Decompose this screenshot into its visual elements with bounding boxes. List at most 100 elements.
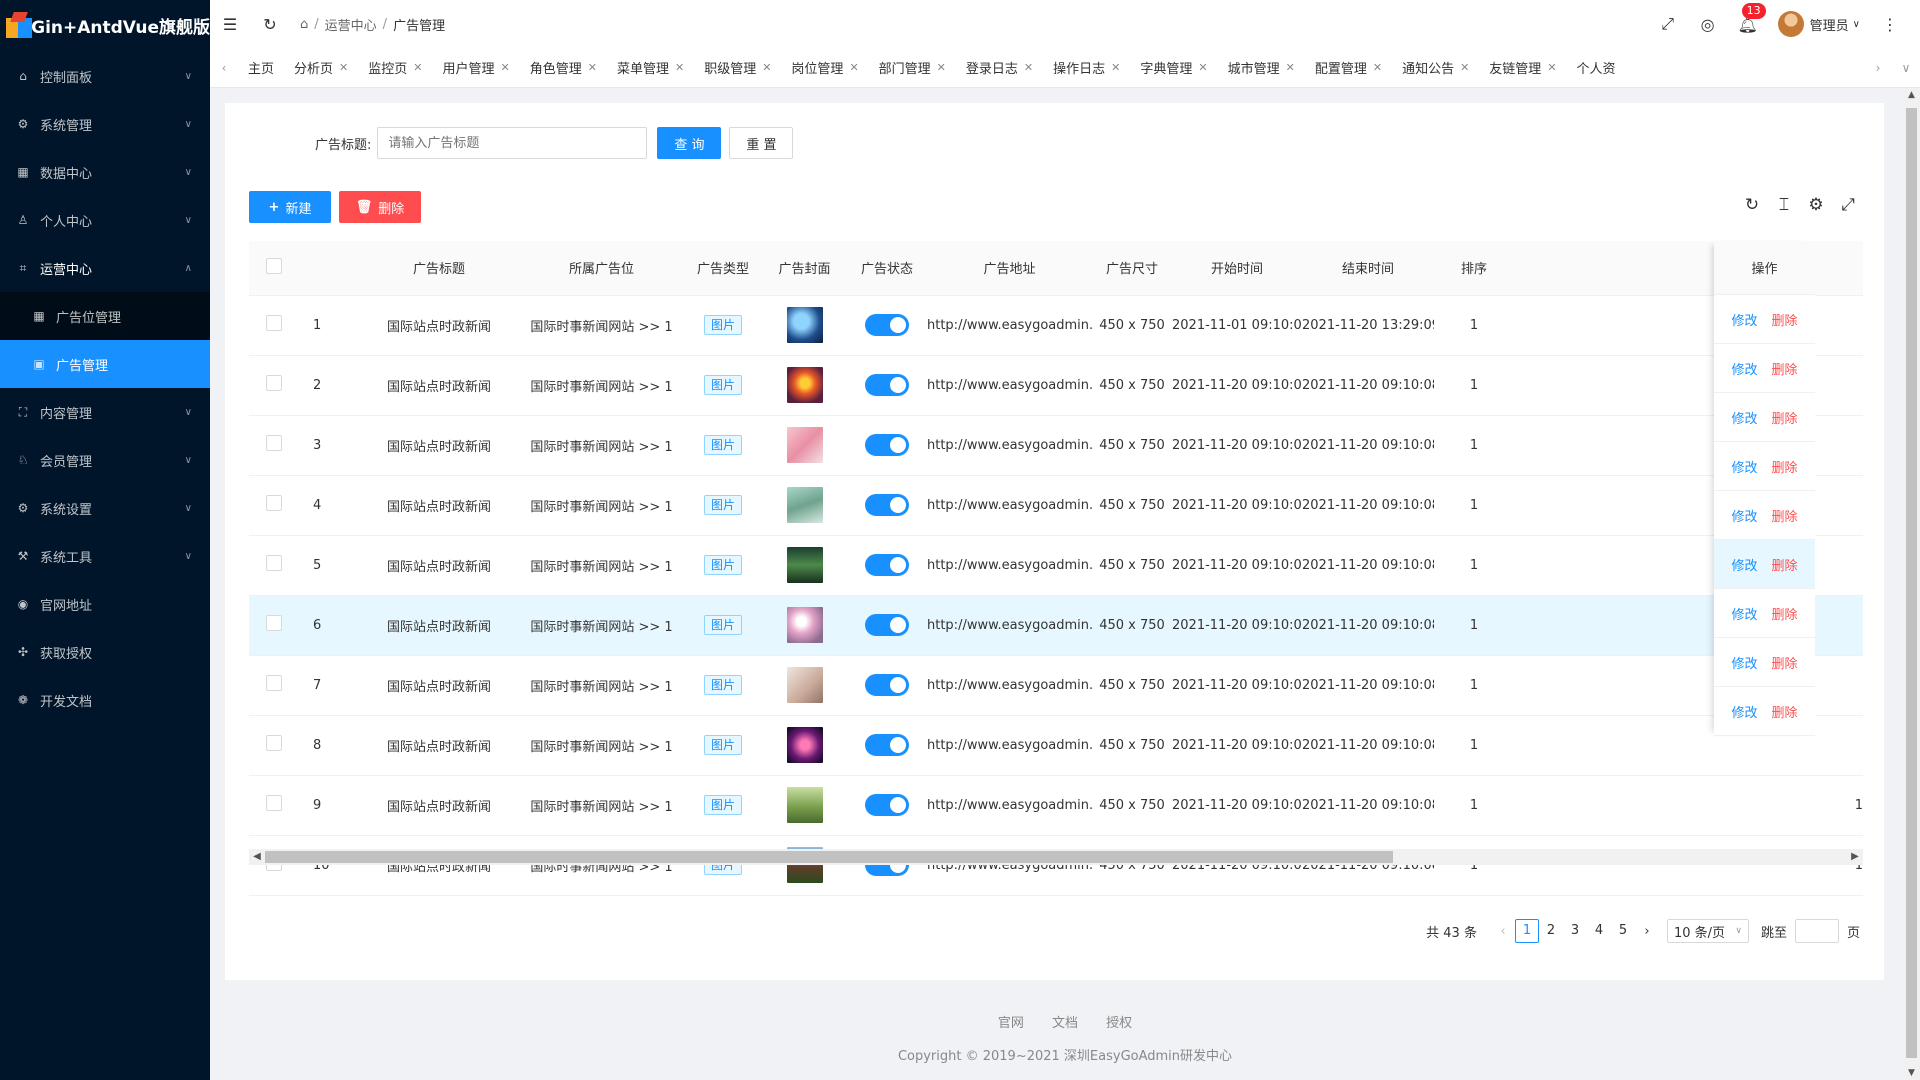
status-switch[interactable] [865,494,909,516]
row-checkbox[interactable] [266,435,282,451]
row-checkbox[interactable] [266,555,282,571]
scroll-up-icon[interactable]: ▲ [1903,90,1920,100]
fullscreen-table-icon[interactable]: ⤢ [1832,195,1864,215]
tab-scroll-left-icon[interactable]: ‹ [210,61,238,75]
table-row[interactable]: 5 国际站点时政新闻 国际时事新闻网站 >> 1 图片 http://www.easyg… [249,535,1863,596]
tab-item[interactable]: 职级管理 ✕ [694,48,781,88]
status-switch[interactable] [865,674,909,696]
tab-item[interactable]: 部门管理 ✕ [869,48,956,88]
tab-item[interactable]: 角色管理 ✕ [520,48,607,88]
tab-item[interactable]: 主页 [238,48,284,88]
more-vertical-icon[interactable]: ⋮ [1870,0,1910,48]
footer-link-license[interactable]: 授权 [1106,1016,1132,1031]
select-all-checkbox[interactable] [249,241,299,296]
fullscreen-icon[interactable]: ⤢ [1648,0,1688,48]
table-row[interactable]: 9 国际站点时政新闻 国际时事新闻网站 >> 1 图片 http://www.easyg… [249,775,1863,836]
close-icon[interactable]: ✕ [413,61,422,74]
breadcrumb-home-icon[interactable]: ⌂ [300,17,308,32]
tab-item[interactable]: 操作日志 ✕ [1043,48,1130,88]
status-switch[interactable] [865,374,909,396]
sidebar-item-sidebar-items_after-4[interactable]: ◉ 官网地址 [0,580,210,628]
jump-page-input[interactable] [1794,919,1839,943]
page-size-select[interactable]: 10 条/页 ∨ [1666,919,1749,943]
sidebar-item-sidebar-items_after-3[interactable]: ⚒ 系统工具 ∨ [0,532,210,580]
notification-bell-icon[interactable]: 🔔︎ 13 [1728,0,1768,48]
table-row[interactable]: 3 国际站点时政新闻 国际时事新闻网站 >> 1 图片 http://www.easyg… [249,415,1863,476]
sidebar-item-sidebar-items-3[interactable]: ♙ 个人中心 ∨ [0,196,210,244]
scroll-right-icon[interactable]: ▶ [1847,849,1863,865]
delete-link[interactable]: 删除 [1772,408,1798,427]
table-row[interactable]: 6 国际站点时政新闻 国际时事新闻网站 >> 1 图片 http://www.easyg… [249,595,1863,656]
column-height-icon[interactable]: ⌶ [1768,195,1800,215]
batch-delete-button[interactable]: 🗑︎ 删除 [339,191,421,223]
edit-link[interactable]: 修改 [1731,310,1757,329]
sidebar-item-sidebar-sub_items-0[interactable]: ▦ 广告位管理 [0,292,210,340]
edit-link[interactable]: 修改 [1731,702,1757,721]
delete-link[interactable]: 删除 [1772,604,1798,623]
language-globe-icon[interactable]: ◎ [1688,0,1728,48]
status-switch[interactable] [865,614,909,636]
sidebar-item-sidebar-items_after-5[interactable]: ✣ 获取授权 [0,628,210,676]
close-icon[interactable]: ✕ [762,61,771,74]
delete-link[interactable]: 删除 [1772,702,1798,721]
delete-link[interactable]: 删除 [1772,653,1798,672]
tab-item[interactable]: 字典管理 ✕ [1130,48,1217,88]
row-checkbox[interactable] [266,675,282,691]
status-switch[interactable] [865,734,909,756]
horizontal-scrollbar[interactable]: ◀ ▶ [249,849,1863,865]
logo[interactable]: Gin+AntdVue旗舰版 [0,0,210,50]
tab-item[interactable]: 监控页 ✕ [358,48,432,88]
table-row[interactable]: 1 国际站点时政新闻 国际时事新闻网站 >> 1 图片 http://www.easyg… [249,295,1863,356]
edit-link[interactable]: 修改 [1731,506,1757,525]
user-menu[interactable]: 管理员 ∨ [1768,11,1870,37]
new-button[interactable]: + 新建 [249,191,331,223]
close-icon[interactable]: ✕ [1111,61,1120,74]
tab-item[interactable]: 通知公告 ✕ [1392,48,1479,88]
sidebar-item-sidebar-items-0[interactable]: ⌂ 控制面板 ∨ [0,52,210,100]
page-number[interactable]: 5 [1611,919,1635,943]
page-number[interactable]: 2 [1539,919,1563,943]
breadcrumb-item[interactable]: 运营中心 [325,15,377,34]
sidebar-item-sidebar-items_after-2[interactable]: ⚙ 系统设置 ∨ [0,484,210,532]
close-icon[interactable]: ✕ [1198,61,1207,74]
sidebar-item-sidebar-items-1[interactable]: ⚙ 系统管理 ∨ [0,100,210,148]
sidebar-item-sidebar-items_after-6[interactable]: ❁ 开发文档 [0,676,210,724]
tab-item[interactable]: 用户管理 ✕ [432,48,519,88]
tab-item[interactable]: 友链管理 ✕ [1479,48,1566,88]
close-icon[interactable]: ✕ [1024,61,1033,74]
status-switch[interactable] [865,554,909,576]
ad-cover-image[interactable] [786,487,823,523]
status-switch[interactable] [865,434,909,456]
edit-link[interactable]: 修改 [1731,457,1757,476]
delete-link[interactable]: 删除 [1772,310,1798,329]
query-button[interactable]: 查 询 [657,127,722,159]
tab-item[interactable]: 登录日志 ✕ [956,48,1043,88]
scroll-down-icon[interactable]: ▼ [1903,1068,1920,1078]
row-checkbox[interactable] [266,375,282,391]
row-checkbox[interactable] [266,315,282,331]
sidebar-item-sidebar-sub_items-1[interactable]: ▣ 广告管理 [0,340,210,388]
menu-fold-icon[interactable]: ☰ [210,0,250,48]
status-switch[interactable] [865,314,909,336]
edit-link[interactable]: 修改 [1731,555,1757,574]
table-row[interactable]: 2 国际站点时政新闻 国际时事新闻网站 >> 1 图片 http://www.easyg… [249,355,1863,416]
ad-cover-image[interactable] [786,427,823,463]
ad-cover-image[interactable] [786,787,823,823]
close-icon[interactable]: ✕ [849,61,858,74]
close-icon[interactable]: ✕ [339,61,348,74]
reset-button[interactable]: 重 置 [729,127,794,159]
tab-item[interactable]: 岗位管理 ✕ [781,48,868,88]
row-checkbox[interactable] [266,795,282,811]
reload-icon[interactable]: ↻ [1736,195,1768,215]
page-number[interactable]: 1 [1514,919,1539,943]
ad-cover-image[interactable] [786,607,823,643]
prev-page-icon[interactable]: ‹ [1491,924,1515,939]
ad-cover-image[interactable] [786,547,823,583]
edit-link[interactable]: 修改 [1731,604,1757,623]
close-icon[interactable]: ✕ [937,61,946,74]
close-icon[interactable]: ✕ [1460,61,1469,74]
footer-link-website[interactable]: 官网 [998,1016,1024,1031]
ad-title-search-input[interactable] [377,127,648,159]
tab-item[interactable]: 个人资 [1567,48,1626,88]
scrollbar-thumb[interactable] [265,851,1393,863]
